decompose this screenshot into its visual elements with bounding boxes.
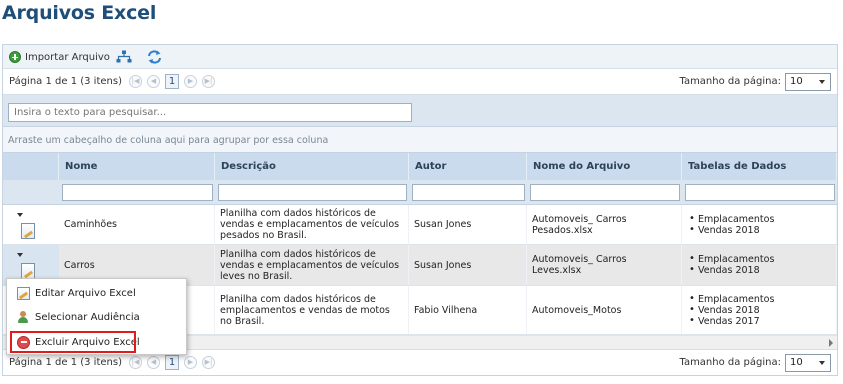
header-nome-arquivo[interactable]: Nome do Arquivo (527, 153, 682, 180)
search-row (3, 95, 837, 127)
header-command-column (3, 153, 59, 180)
current-page-button[interactable]: 1 (165, 74, 179, 89)
group-panel[interactable]: Arraste um cabeçalho de coluna aqui para… (3, 127, 837, 153)
list-item: Emplacamentos (687, 213, 774, 225)
page-size-value: 10 (790, 76, 803, 87)
cell-tabelas: Emplacamentos Vendas 2018 (682, 245, 837, 285)
filter-nome-cell (59, 180, 215, 205)
grid-toolbar: Importar Arquivo (3, 45, 837, 69)
filter-arquivo-cell (527, 180, 682, 205)
filter-descricao-cell (215, 180, 409, 205)
page-size-value: 10 (790, 357, 803, 368)
cell-arquivo: Automoveis_Motos (527, 286, 682, 334)
import-file-label: Importar Arquivo (25, 51, 110, 63)
cell-autor: Susan Jones (409, 245, 527, 285)
chevron-down-icon (17, 253, 23, 257)
filter-autor-input[interactable] (412, 184, 525, 201)
scroll-right-icon[interactable] (829, 339, 833, 347)
users-icon (17, 310, 30, 324)
cell-arquivo: Automoveis_ Carros Pesados.xlsx (527, 205, 682, 244)
header-nome[interactable]: Nome (59, 153, 215, 180)
cell-descricao: Planilha com dados históricos de vendas … (215, 205, 409, 244)
edit-icon (17, 286, 30, 300)
prev-page-icon[interactable]: ◀ (147, 356, 160, 369)
search-input[interactable] (8, 103, 412, 122)
pager-info: Página 1 de 1 (3 itens) (9, 357, 122, 368)
menu-item-edit-excel[interactable]: Editar Arquivo Excel (11, 284, 183, 302)
group-hint-text: Arraste um cabeçalho de coluna aqui para… (8, 135, 329, 146)
current-page-button[interactable]: 1 (165, 355, 179, 370)
list-item: Vendas 2017 (687, 315, 774, 327)
filter-descricao-input[interactable] (218, 184, 407, 201)
cell-descricao: Planilha com dados históricos de emplaca… (215, 286, 409, 334)
hierarchy-icon (116, 50, 132, 63)
delete-highlight-box (10, 331, 136, 353)
import-file-button[interactable]: Importar Arquivo (9, 49, 110, 65)
refresh-icon (148, 50, 161, 64)
first-page-icon[interactable]: |◀ (129, 75, 142, 88)
cell-tabelas: Emplacamentos Vendas 2018 (682, 205, 837, 244)
cell-arquivo: Automoveis_ Carros Leves.xlsx (527, 245, 682, 285)
list-item: Vendas 2018 (687, 304, 774, 316)
page-size-label: Tamanho da página: (679, 357, 781, 368)
list-item: Emplacamentos (687, 293, 774, 305)
list-item: Emplacamentos (687, 253, 774, 265)
filter-nome-input[interactable] (62, 184, 213, 201)
page-title: Arquivos Excel (2, 2, 157, 24)
next-page-icon[interactable]: ▶ (184, 75, 197, 88)
hierarchy-button[interactable] (116, 49, 132, 65)
edit-document-icon (21, 263, 35, 279)
filter-tabelas-input[interactable] (685, 184, 835, 201)
first-page-icon[interactable]: |◀ (129, 356, 142, 369)
prev-page-icon[interactable]: ◀ (147, 75, 160, 88)
header-autor[interactable]: Autor (409, 153, 527, 180)
cell-autor: Fabio Vilhena (409, 286, 527, 334)
cell-autor: Susan Jones (409, 205, 527, 244)
cell-nome: Caminhões (59, 205, 215, 244)
page-size-select[interactable]: 10 (785, 73, 831, 91)
add-icon (9, 51, 21, 63)
menu-item-label: Editar Arquivo Excel (35, 287, 136, 299)
filter-arquivo-input[interactable] (530, 184, 680, 201)
last-page-icon[interactable]: ▶| (202, 356, 215, 369)
pager-info: Página 1 de 1 (3 itens) (9, 76, 122, 87)
chevron-down-icon (819, 80, 825, 84)
menu-item-label: Selecionar Audiência (35, 311, 140, 323)
header-descricao[interactable]: Descrição (215, 153, 409, 180)
header-tabelas-dados[interactable]: Tabelas de Dados (682, 153, 837, 180)
filter-autor-cell (409, 180, 527, 205)
next-page-icon[interactable]: ▶ (184, 356, 197, 369)
filter-command-cell (3, 180, 59, 205)
chevron-down-icon (17, 213, 23, 217)
refresh-button[interactable] (147, 49, 162, 65)
list-item: Vendas 2018 (687, 264, 774, 276)
edit-document-icon (21, 223, 35, 239)
list-item: Vendas 2018 (687, 224, 774, 236)
table-row[interactable]: Caminhões Planilha com dados históricos … (3, 205, 837, 245)
cell-tabelas: Emplacamentos Vendas 2018 Vendas 2017 (682, 286, 837, 334)
chevron-down-icon (819, 361, 825, 365)
row-context-menu: Editar Arquivo Excel Selecionar Audiênci… (6, 278, 187, 355)
row-actions-button[interactable] (3, 205, 59, 244)
page-size-select[interactable]: 10 (785, 354, 831, 372)
last-page-icon[interactable]: ▶| (202, 75, 215, 88)
cell-descricao: Planilha com dados históricos de vendas … (215, 245, 409, 285)
pager-top: Página 1 de 1 (3 itens) |◀ ◀ 1 ▶ ▶| Tama… (3, 69, 837, 95)
filter-tabelas-cell (682, 180, 837, 205)
page-size-label: Tamanho da página: (679, 76, 781, 87)
menu-item-select-audience[interactable]: Selecionar Audiência (11, 308, 183, 326)
